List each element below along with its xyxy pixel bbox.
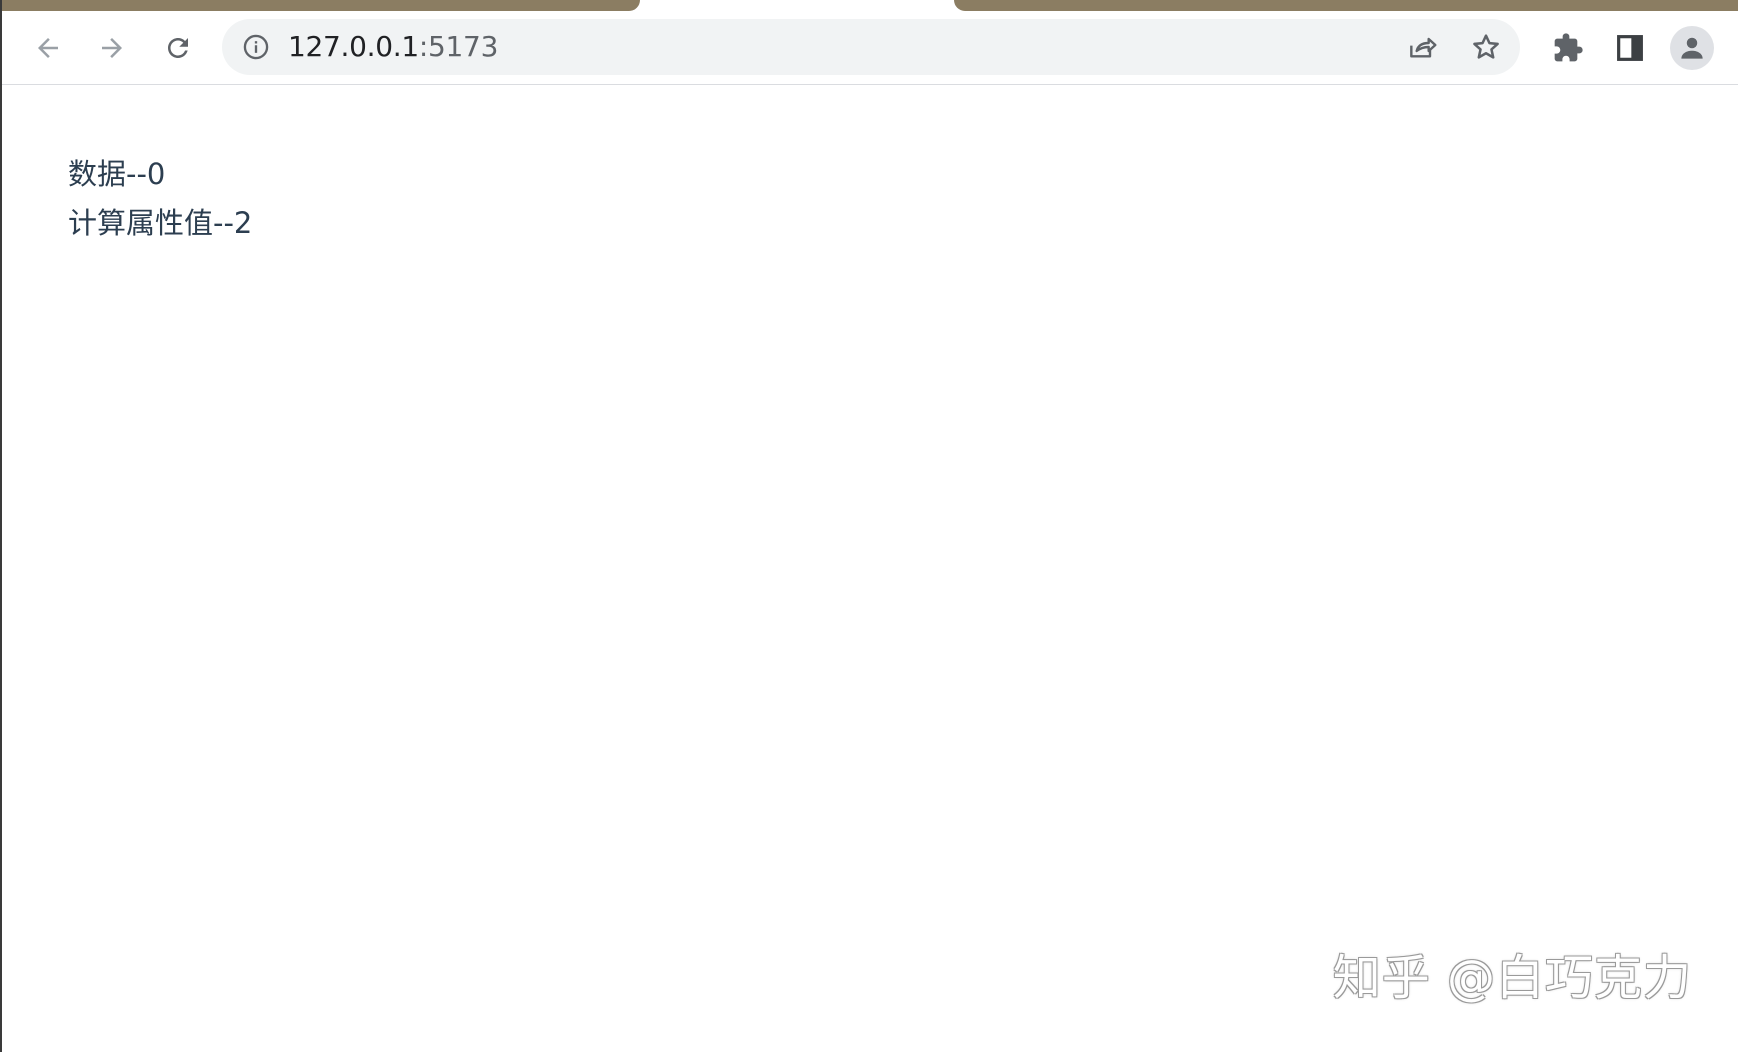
arrow-left-icon xyxy=(38,38,58,58)
page-content: 数据--0 计算属性值--2 xyxy=(68,150,252,248)
person-icon xyxy=(1681,37,1703,59)
side-panel-icon xyxy=(1617,35,1643,61)
url-port: :5173 xyxy=(418,30,499,63)
browser-window: 127.0.0.1:5173 数据--0 计算属性值--2 知乎 @白巧克力 xyxy=(0,0,1738,1052)
url-text[interactable]: 127.0.0.1:5173 xyxy=(288,31,498,63)
share-icon[interactable] xyxy=(1406,31,1438,63)
tab-inactive-right[interactable] xyxy=(954,0,1738,11)
star-icon[interactable] xyxy=(1470,31,1502,63)
forward-button[interactable] xyxy=(92,28,132,68)
reload-icon xyxy=(168,38,188,58)
address-bar[interactable]: 127.0.0.1:5173 xyxy=(222,19,1520,75)
tab-inactive-left[interactable] xyxy=(2,0,640,11)
puzzle-icon xyxy=(1554,33,1583,62)
reload-button[interactable] xyxy=(158,28,198,68)
extensions-button[interactable] xyxy=(1550,30,1586,66)
back-button[interactable] xyxy=(28,28,68,68)
data-value-line: 数据--0 xyxy=(68,157,166,191)
url-host: 127.0.0.1 xyxy=(288,30,419,63)
profile-button[interactable] xyxy=(1670,26,1714,70)
tab-strip xyxy=(2,0,1738,12)
browser-toolbar: 127.0.0.1:5173 xyxy=(2,12,1738,85)
arrow-right-icon xyxy=(102,38,122,58)
info-icon[interactable] xyxy=(242,33,270,61)
side-panel-button[interactable] xyxy=(1612,30,1648,66)
computed-value-line: 计算属性值--2 xyxy=(68,206,253,240)
watermark-text: 知乎 @白巧克力 xyxy=(1332,950,1692,1006)
